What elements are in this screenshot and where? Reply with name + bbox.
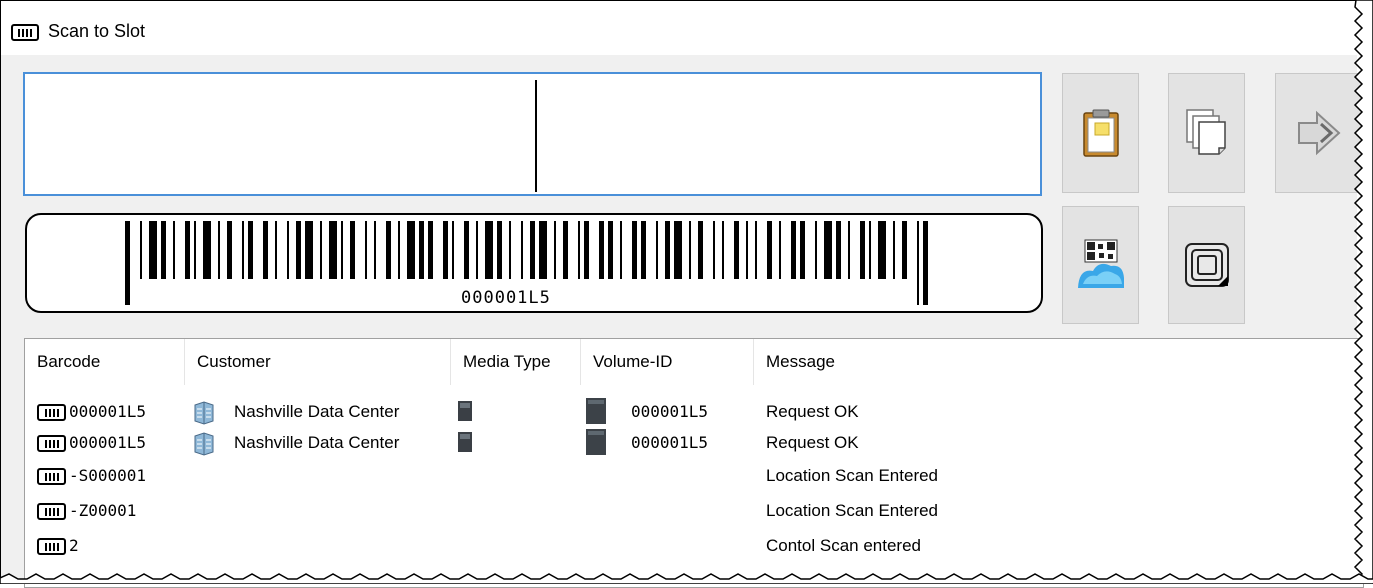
torn-edge-decoration	[0, 0, 1373, 584]
